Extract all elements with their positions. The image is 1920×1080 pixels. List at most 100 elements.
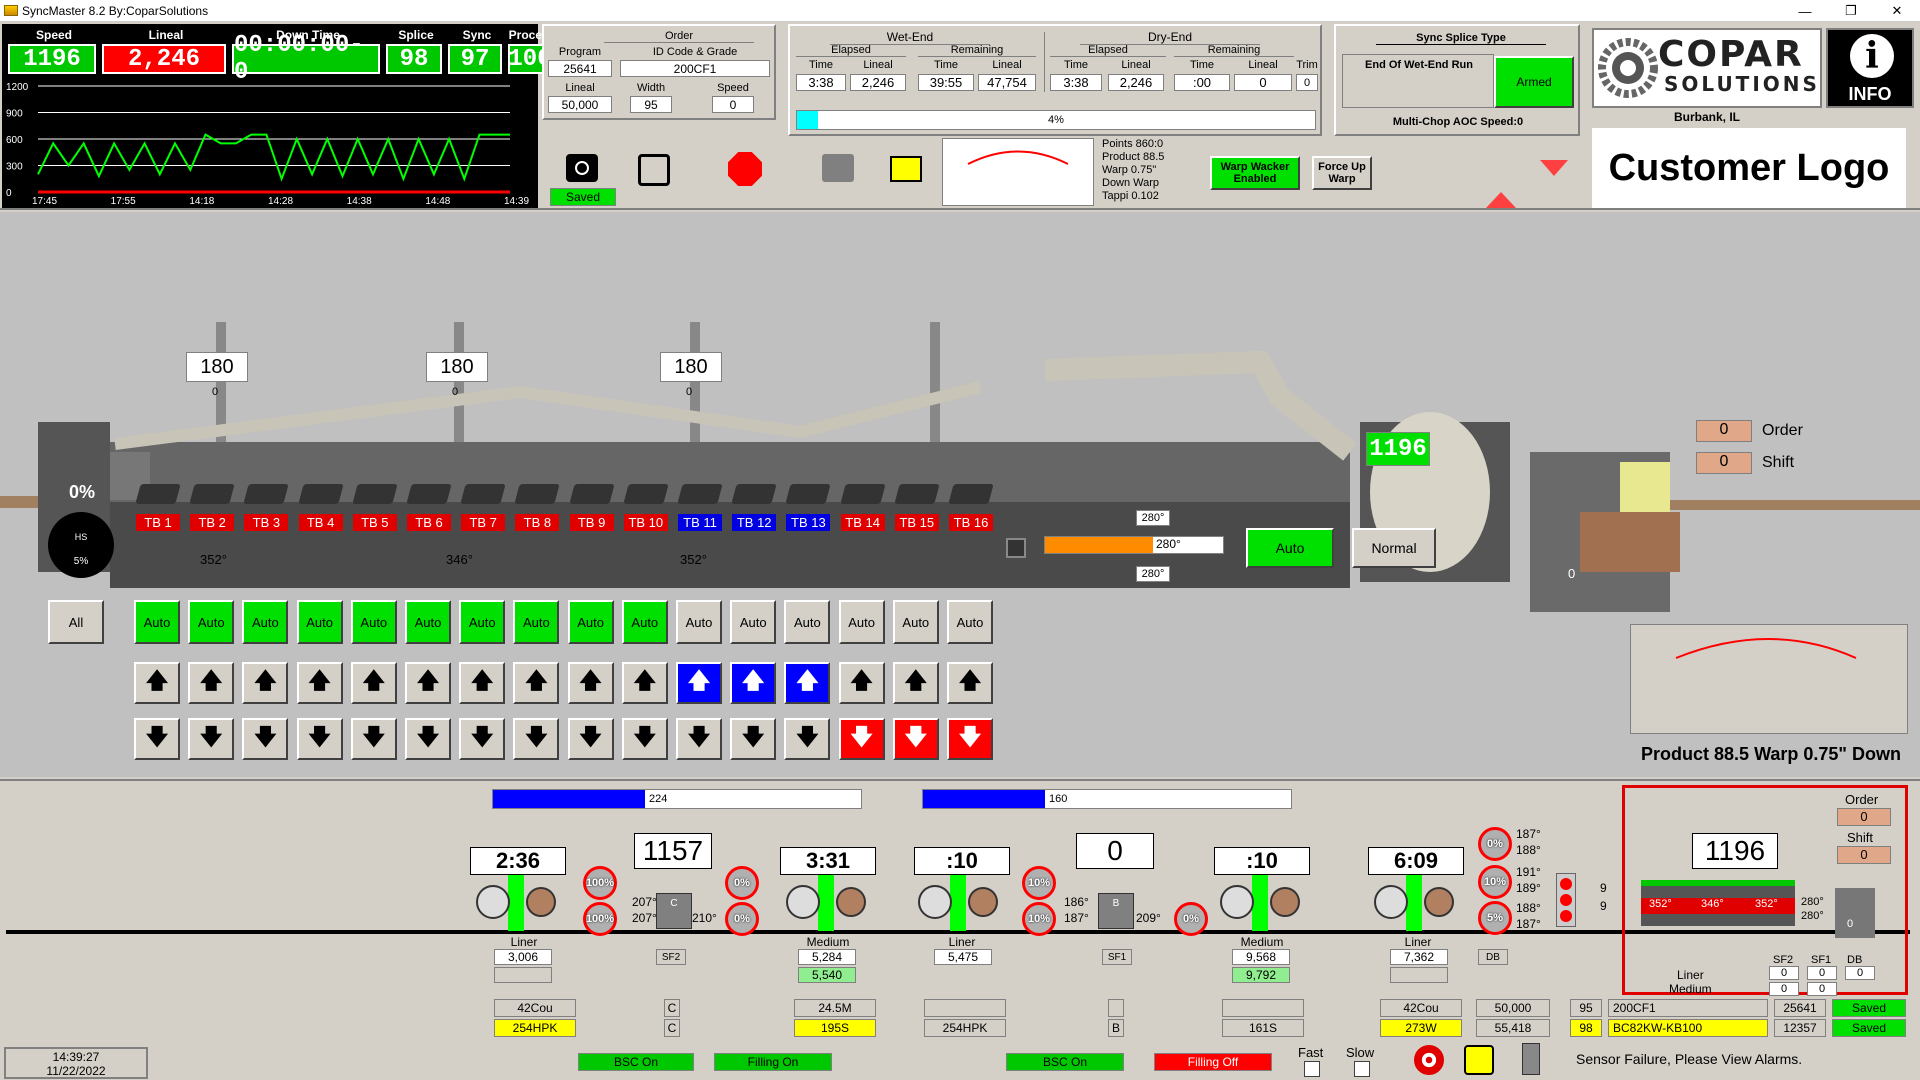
warp-down-icon[interactable] — [1540, 160, 1568, 186]
slow-checkbox[interactable] — [1354, 1061, 1370, 1077]
tb-down-button-11[interactable]: 🡇 — [676, 718, 722, 760]
forklift-icon[interactable] — [890, 156, 922, 182]
tb-up-button-13[interactable]: 🡅 — [784, 662, 831, 704]
tb-down-button-4[interactable]: 🡇 — [296, 718, 343, 760]
tb-up-button-8[interactable]: 🡅 — [513, 662, 560, 704]
tb-label-9[interactable]: TB 9 — [569, 514, 614, 531]
info-button[interactable]: i INFO — [1826, 28, 1914, 108]
clock-time: 14:39:27 — [52, 1050, 100, 1064]
close-icon[interactable]: ✕ — [1874, 0, 1920, 22]
tb-label-7[interactable]: TB 7 — [461, 514, 506, 531]
camera-icon[interactable] — [566, 154, 598, 182]
tb-up-button-5[interactable]: 🡅 — [350, 662, 397, 704]
setpoint-2[interactable]: 180 — [660, 352, 722, 382]
tb-down-button-3[interactable]: 🡇 — [242, 718, 289, 760]
tb-up-button-4[interactable]: 🡅 — [296, 662, 343, 704]
tb-down-button-7[interactable]: 🡇 — [459, 718, 506, 760]
tb-up-button-10[interactable]: 🡅 — [621, 662, 668, 704]
cart-icon[interactable] — [822, 154, 854, 182]
fast-checkbox[interactable] — [1304, 1061, 1320, 1077]
tb-down-button-5[interactable]: 🡇 — [350, 718, 397, 760]
metric-value-2: 00:00:00- 0 — [232, 32, 380, 86]
tb-label-13[interactable]: TB 13 — [786, 514, 831, 531]
tb-auto-button-12[interactable]: Auto — [730, 600, 777, 644]
warp-wacker-button[interactable]: Warp Wacker Enabled — [1210, 156, 1300, 190]
tb-auto-button-16[interactable]: Auto — [947, 600, 993, 644]
warp-tappi: Tappi 0.102 — [1102, 190, 1159, 202]
tb-auto-button-15[interactable]: Auto — [892, 600, 939, 644]
tb-up-button-12[interactable]: 🡅 — [730, 662, 777, 704]
tb-down-button-9[interactable]: 🡇 — [567, 718, 614, 760]
restore-icon[interactable]: ❐ — [1828, 0, 1874, 22]
tb-down-button-2[interactable]: 🡇 — [188, 718, 235, 760]
minimize-icon[interactable]: — — [1782, 0, 1828, 22]
tb-auto-button-9[interactable]: Auto — [567, 600, 614, 644]
tb-label-6[interactable]: TB 6 — [407, 514, 451, 531]
tb-down-button-12[interactable]: 🡇 — [730, 718, 777, 760]
tb-label-2[interactable]: TB 2 — [190, 514, 235, 531]
tb-up-button-3[interactable]: 🡅 — [242, 662, 289, 704]
tb-auto-button-1[interactable]: Auto — [134, 600, 180, 644]
warp-up-icon[interactable] — [1486, 178, 1516, 208]
bsc-on-2[interactable]: BSC On — [1006, 1053, 1124, 1071]
tb-auto-button-4[interactable]: Auto — [296, 600, 343, 644]
alarm-icon[interactable] — [1464, 1045, 1494, 1075]
tb-auto-button-7[interactable]: Auto — [459, 600, 506, 644]
level-bar-1-value: 224 — [649, 793, 668, 805]
tb-up-button-11[interactable]: 🡅 — [676, 662, 722, 704]
tb-auto-button-6[interactable]: Auto — [405, 600, 451, 644]
tb-down-button-15[interactable]: 🡇 — [892, 718, 939, 760]
tb-up-button-1[interactable]: 🡅 — [134, 662, 180, 704]
tb-up-button-14[interactable]: 🡅 — [838, 662, 885, 704]
tb-auto-button-14[interactable]: Auto — [838, 600, 885, 644]
force-up-warp-button[interactable]: Force Up Warp — [1312, 156, 1372, 190]
tb-label-4[interactable]: TB 4 — [298, 514, 343, 531]
tb-auto-button-10[interactable]: Auto — [621, 600, 668, 644]
auto-mode-button[interactable]: Auto — [1246, 528, 1334, 568]
tb-down-button-8[interactable]: 🡇 — [513, 718, 560, 760]
tb-label-14[interactable]: TB 14 — [840, 514, 885, 531]
tb-up-button-16[interactable]: 🡅 — [947, 662, 993, 704]
tb-up-button-2[interactable]: 🡅 — [188, 662, 235, 704]
setpoint-1[interactable]: 180 — [426, 352, 488, 382]
tb-auto-button-5[interactable]: Auto — [350, 600, 397, 644]
tb-down-button-14[interactable]: 🡇 — [838, 718, 885, 760]
cycle-icon[interactable] — [638, 154, 670, 186]
tb-down-button-6[interactable]: 🡇 — [405, 718, 451, 760]
tb-label-12[interactable]: TB 12 — [732, 514, 777, 531]
tb-label-15[interactable]: TB 15 — [894, 514, 939, 531]
tb-up-button-6[interactable]: 🡅 — [405, 662, 451, 704]
tb-label-5[interactable]: TB 5 — [352, 514, 397, 531]
tb-down-button-10[interactable]: 🡇 — [621, 718, 668, 760]
tb-label-10[interactable]: TB 10 — [623, 514, 668, 531]
filling-on[interactable]: Filling On — [714, 1053, 832, 1071]
tb-down-button-13[interactable]: 🡇 — [784, 718, 831, 760]
tb-auto-button-11[interactable]: Auto — [676, 600, 722, 644]
bsc-on-1[interactable]: BSC On — [578, 1053, 694, 1071]
stop-icon[interactable] — [728, 152, 762, 186]
tb-label-3[interactable]: TB 3 — [244, 514, 289, 531]
all-button[interactable]: All — [48, 600, 104, 644]
lock-icon[interactable] — [1006, 538, 1026, 558]
normal-mode-button[interactable]: Normal — [1352, 528, 1436, 568]
setpoint-sub-0: 0 — [212, 386, 219, 398]
tb-label-8[interactable]: TB 8 — [515, 514, 560, 531]
tb-label-1[interactable]: TB 1 — [136, 514, 180, 531]
x-tick-label: 14:28 — [268, 196, 293, 207]
tb-auto-button-2[interactable]: Auto — [188, 600, 235, 644]
tb-up-button-7[interactable]: 🡅 — [459, 662, 506, 704]
tb-down-button-1[interactable]: 🡇 — [134, 718, 180, 760]
tb-up-button-9[interactable]: 🡅 — [567, 662, 614, 704]
tb-label-16[interactable]: TB 16 — [949, 514, 993, 531]
tb-auto-button-13[interactable]: Auto — [784, 600, 831, 644]
target-icon[interactable] — [1414, 1045, 1444, 1075]
tb-up-button-15[interactable]: 🡅 — [892, 662, 939, 704]
tb-down-button-16[interactable]: 🡇 — [947, 718, 993, 760]
sensor-icon[interactable] — [1522, 1043, 1540, 1075]
setpoint-0[interactable]: 180 — [186, 352, 248, 382]
tb-auto-button-3[interactable]: Auto — [242, 600, 289, 644]
filling-off[interactable]: Filling Off — [1154, 1053, 1272, 1071]
armed-button[interactable]: Armed — [1494, 56, 1574, 108]
tb-label-11[interactable]: TB 11 — [678, 514, 722, 531]
tb-auto-button-8[interactable]: Auto — [513, 600, 560, 644]
